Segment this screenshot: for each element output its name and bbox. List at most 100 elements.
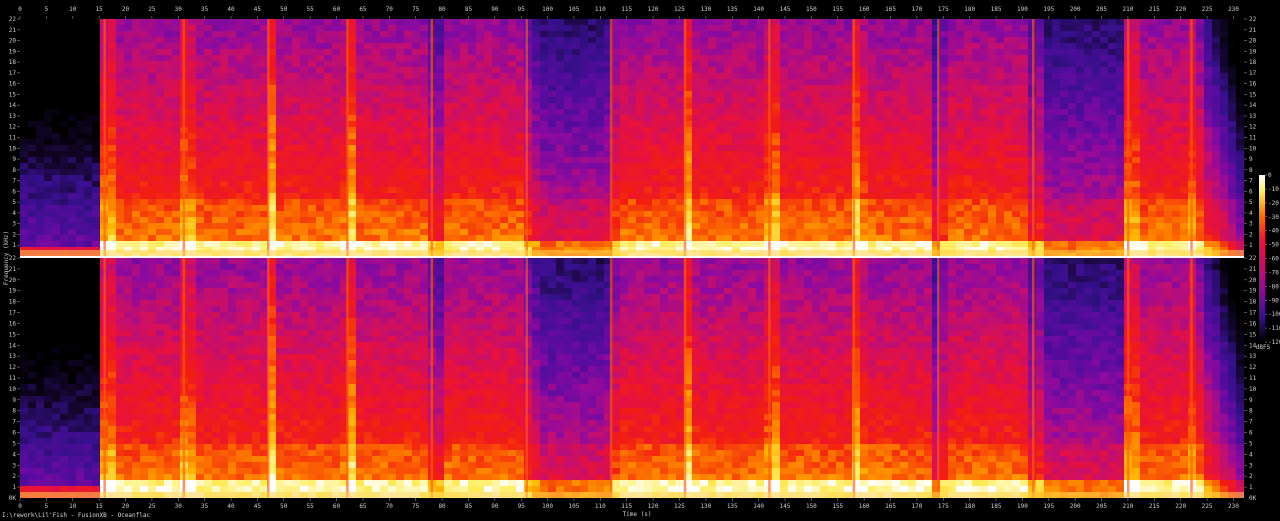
- x-axis-bottom: 0 5 10 15 20 25 30 35 40 45 50 55 60 65 70 75 80 85 90 95 10…: [18, 498, 1239, 510]
- transient-streak: [430, 19, 434, 256]
- y-tick-label-left: 8: [12, 408, 16, 415]
- y-tick-label-right: 4: [1249, 210, 1253, 217]
- x-tick-label-bottom: 65: [359, 503, 367, 510]
- y-tick-label-left: 1: [12, 484, 16, 491]
- x-tick-label-top: 95: [518, 6, 526, 13]
- x-axis-label: Time (s): [623, 511, 652, 518]
- y-axis-left: 1234567891011121314151617181920212212345…: [9, 16, 20, 502]
- spectrogram-chart: 0 5 10 15 20 25 30 35 40 45 50 55 60 65 70 75 80 85 90 95 10…: [3, 6, 1280, 518]
- x-tick-label-top: 125: [674, 6, 685, 13]
- y-tick-label-right: 3: [1249, 221, 1253, 228]
- x-tick-label-top: 45: [254, 6, 262, 13]
- transient-streak: [609, 19, 613, 256]
- x-tick-label-bottom: 185: [991, 503, 1002, 510]
- x-tick-label-bottom: 110: [595, 503, 606, 510]
- y-tick-label-left: 2: [12, 231, 16, 238]
- colorbar-tick-label: 0: [1268, 172, 1272, 179]
- x-tick-label-top: 120: [648, 6, 659, 13]
- x-tick-label-top: 50: [280, 6, 288, 13]
- colorbar-tick-label: -90: [1268, 297, 1279, 304]
- x-tick-label-top: 110: [595, 6, 606, 13]
- transient-streak: [346, 258, 349, 498]
- x-tick-label-top: 105: [569, 6, 580, 13]
- transient-streak: [937, 258, 940, 498]
- x-tick-label-bottom: 225: [1202, 503, 1213, 510]
- transient-streak: [852, 19, 856, 256]
- y-tick-label-right: 10: [1249, 145, 1257, 152]
- x-tick-label-top: 180: [964, 6, 975, 13]
- y-tick-label-right: 22: [1249, 16, 1257, 23]
- x-tick-label-top: 75: [412, 6, 420, 13]
- x-tick-label-bottom: 5: [45, 503, 49, 510]
- y-tick-label-right: 16: [1249, 81, 1257, 88]
- y-tick-label-right: 2: [1249, 231, 1253, 238]
- colorbar: 0-10-20-30-40-50-60-70-80-90-100-110-120…: [1256, 172, 1280, 351]
- spectrogram-panel-top: [20, 19, 1244, 256]
- x-tick-label-top: 30: [175, 6, 183, 13]
- y-tick-label-left: 10: [9, 386, 17, 393]
- y-tick-label-right: 3: [1249, 462, 1253, 469]
- transient-streak: [683, 258, 687, 498]
- transient-streak: [182, 258, 186, 498]
- y-tick-label-left: 15: [9, 91, 17, 98]
- transient-streak: [525, 258, 528, 498]
- x-tick-label-bottom: 215: [1149, 503, 1160, 510]
- y-tick-label-right: 8: [1249, 408, 1253, 415]
- colorbar-tick-label: -80: [1268, 283, 1279, 290]
- y-tick-label-left: 8: [12, 167, 16, 174]
- transient-streak: [852, 258, 856, 498]
- x-tick-label-bottom: 200: [1070, 503, 1081, 510]
- colorbar-tick-label: -70: [1268, 269, 1279, 276]
- x-tick-label-top: 160: [859, 6, 870, 13]
- y-tick-label-left: 12: [9, 364, 17, 371]
- y-tick-label-left: 9: [12, 397, 16, 404]
- y-tick-label-right: 21: [1249, 266, 1257, 273]
- x-tick-label-top: 175: [938, 6, 949, 13]
- x-tick-label-bottom: 75: [412, 503, 420, 510]
- x-tick-label-top: 220: [1175, 6, 1186, 13]
- x-tick-label-top: 195: [1043, 6, 1054, 13]
- y-tick-label-left: 4: [12, 210, 16, 217]
- x-tick-label-bottom: 90: [491, 503, 499, 510]
- y-tick-label-right: 11: [1249, 375, 1257, 382]
- y-tick-label-right: 15: [1249, 91, 1257, 98]
- y-tick-label-left: 14: [9, 102, 17, 109]
- x-tick-label-top: 5: [45, 6, 49, 13]
- x-tick-label-bottom: 150: [806, 503, 817, 510]
- x-tick-label-bottom: 10: [69, 503, 77, 510]
- transient-streak: [683, 19, 687, 256]
- x-tick-label-bottom: 40: [227, 503, 235, 510]
- y-tick-label-right: 9: [1249, 397, 1253, 404]
- x-tick-label-bottom: 70: [386, 503, 394, 510]
- x-tick-label-bottom: 50: [280, 503, 288, 510]
- x-tick-label-top: 40: [227, 6, 235, 13]
- y-tick-label-right: 6: [1249, 430, 1253, 437]
- x-tick-label-top: 150: [806, 6, 817, 13]
- transient-streak: [768, 258, 771, 498]
- x-tick-label-top: 210: [1123, 6, 1134, 13]
- transient-streak: [346, 19, 349, 256]
- y-tick-label-right: 7: [1249, 178, 1253, 185]
- y-tick-label-right: 20: [1249, 277, 1257, 284]
- x-tick-label-bottom: 145: [780, 503, 791, 510]
- y-tick-label-right: 17: [1249, 310, 1257, 317]
- x-tick-label-top: 145: [780, 6, 791, 13]
- y-tick-label-left: 7: [12, 178, 16, 185]
- colorbar-tick-label: -10: [1268, 186, 1279, 193]
- y-tick-label-left: 14: [9, 342, 17, 349]
- y-tick-label-right: 11: [1249, 135, 1257, 142]
- x-tick-label-bottom: 190: [1017, 503, 1028, 510]
- y-tick-label-right: 7: [1249, 419, 1253, 426]
- x-tick-label-top: 70: [386, 6, 394, 13]
- y-tick-label-right: 1: [1249, 484, 1253, 491]
- x-tick-label-top: 0: [18, 6, 22, 13]
- x-tick-label-bottom: 30: [175, 503, 183, 510]
- y-tick-label-left: 13: [9, 353, 17, 360]
- x-tick-label-top: 170: [911, 6, 922, 13]
- y-tick-label-right: 18: [1249, 299, 1257, 306]
- y-tick-label-right: 13: [1249, 353, 1257, 360]
- x-tick-label-top: 165: [885, 6, 896, 13]
- x-tick-label-bottom: 45: [254, 503, 262, 510]
- y-tick-label-left: 15: [9, 331, 17, 338]
- y-tick-label-left: 3: [12, 221, 16, 228]
